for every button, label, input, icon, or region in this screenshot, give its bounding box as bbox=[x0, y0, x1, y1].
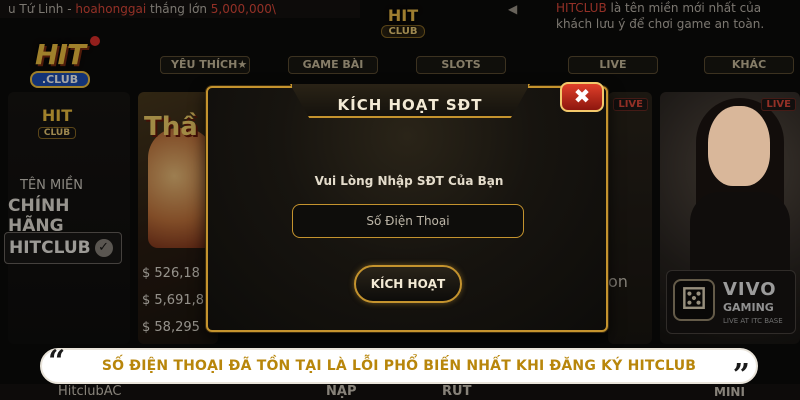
close-icon[interactable]: ✖ bbox=[560, 82, 604, 112]
close-quote-icon: ” bbox=[732, 358, 750, 393]
modal-title: KÍCH HOẠT SĐT bbox=[337, 96, 483, 114]
caption-text: SỐ ĐIỆN THOẠI ĐÃ TỒN TẠI LÀ LỖI PHỔ BIẾN… bbox=[101, 358, 697, 374]
activate-button[interactable]: KÍCH HOẠT bbox=[354, 265, 462, 303]
dealer-face bbox=[708, 106, 770, 186]
phone-prompt: Vui Lòng Nhập SĐT Của Bạn bbox=[314, 174, 504, 188]
activate-phone-modal: KÍCH HOẠT SĐT ✖ Vui Lòng Nhập SĐT Của Bạ… bbox=[206, 82, 608, 332]
caption-banner: “ SỐ ĐIỆN THOẠI ĐÃ TỒN TẠI LÀ LỖI PHỔ BI… bbox=[40, 344, 758, 393]
phone-number-input[interactable] bbox=[292, 204, 524, 238]
